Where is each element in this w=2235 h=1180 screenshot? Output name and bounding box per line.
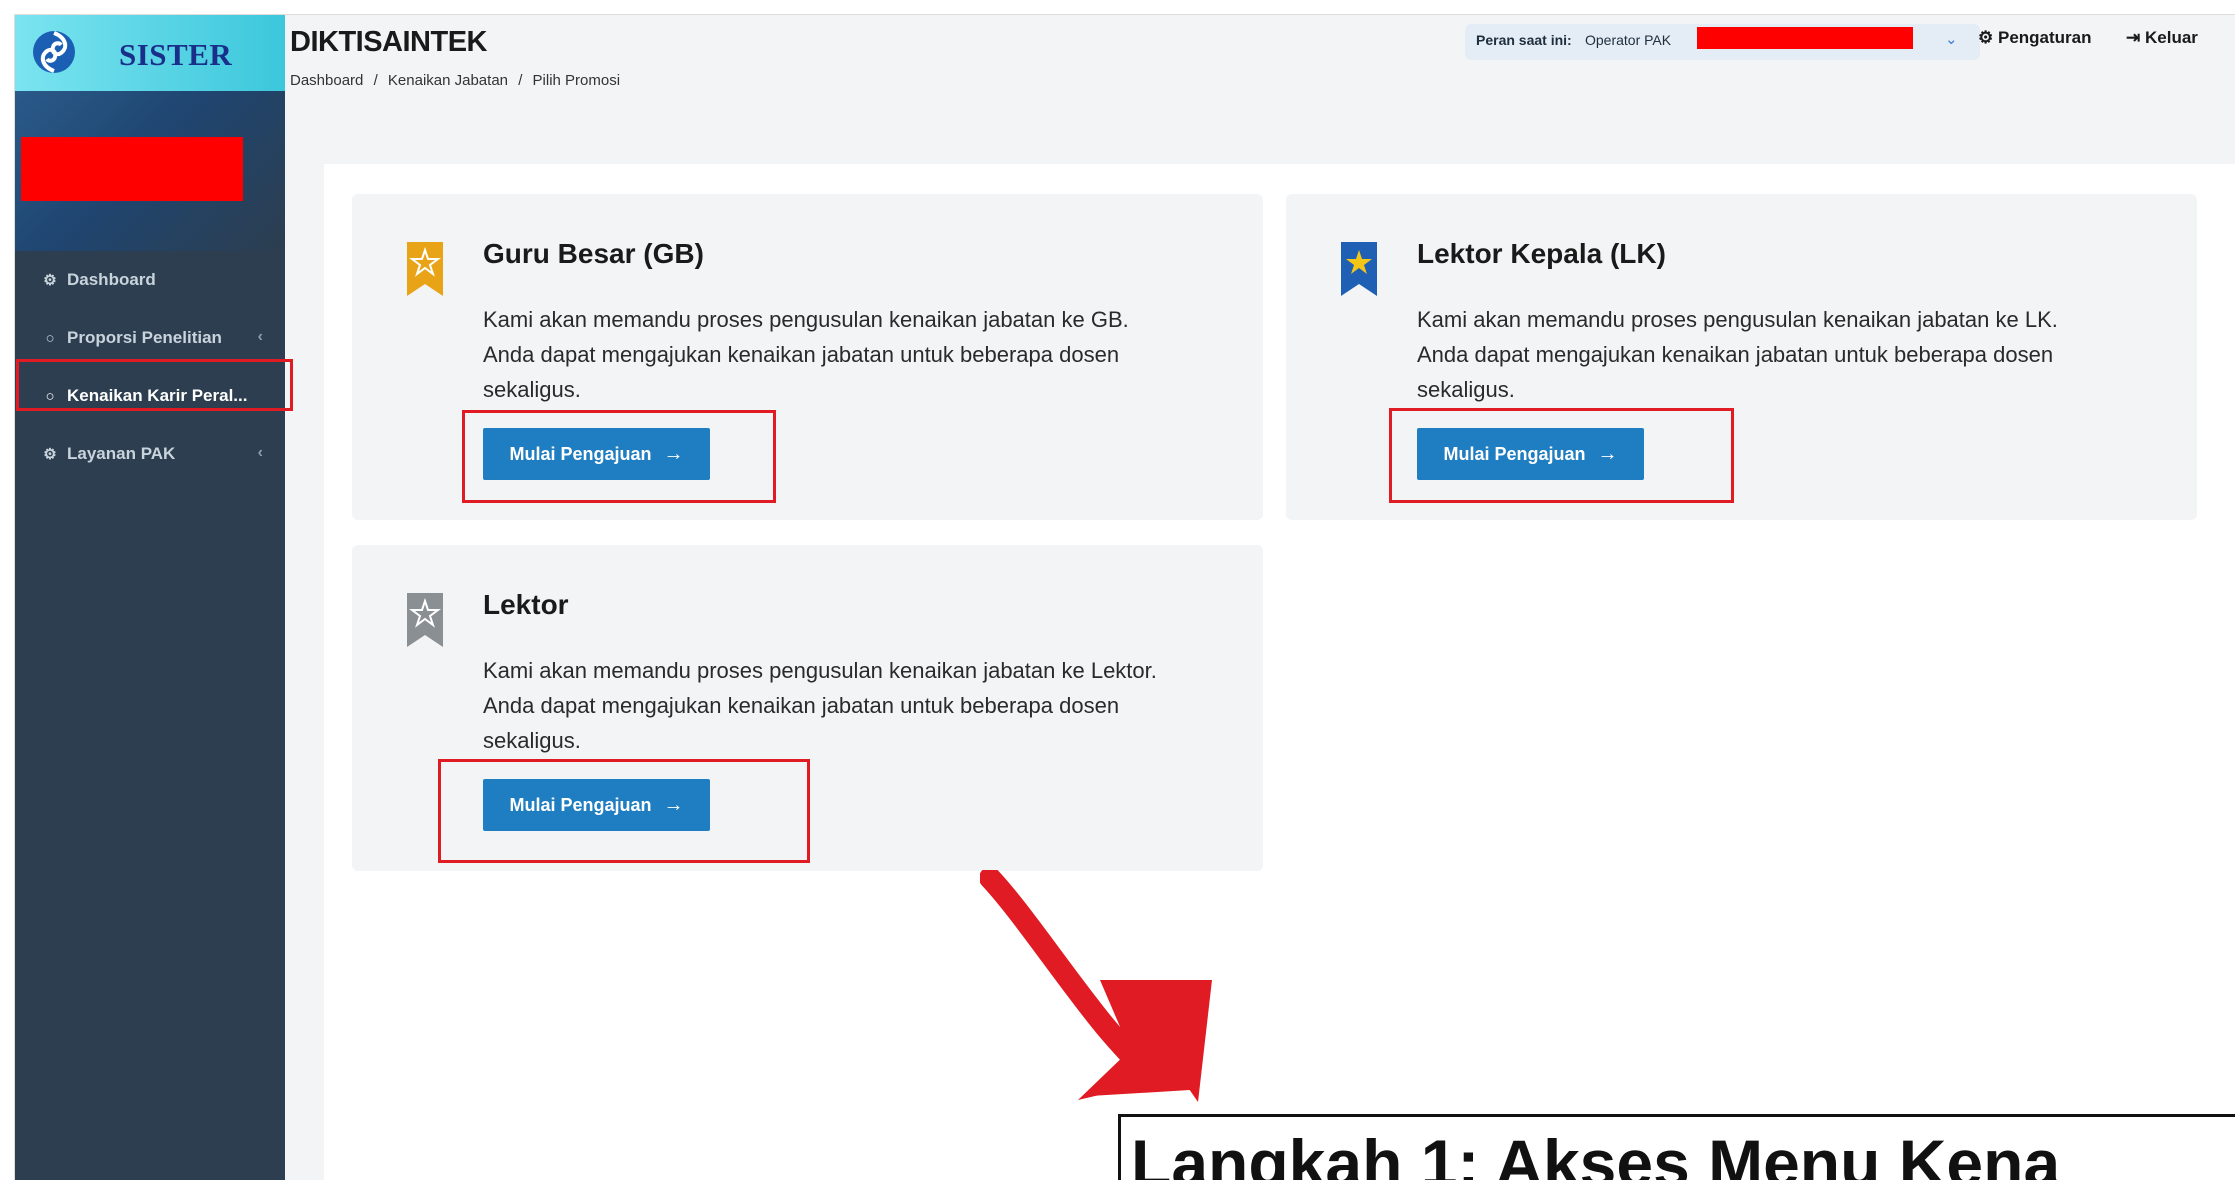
chevron-left-icon: ‹: [257, 444, 263, 461]
highlight-lektor-button: [438, 759, 810, 863]
blue-star-badge-icon: [1341, 242, 1377, 296]
redacted-role: [1697, 27, 1913, 49]
gear-icon: ⚙: [1978, 28, 1994, 47]
sidebar-item-dashboard[interactable]: ⚙ Dashboard: [15, 251, 285, 309]
card-description-line: sekaligus.: [483, 377, 581, 402]
card-description: Kami akan memandu proses pengusulan kena…: [483, 302, 1263, 407]
annotation-caption-box: Langkah 1: Akses Menu Kena: [1118, 1114, 2235, 1180]
logout-icon: ⇥: [2126, 28, 2141, 47]
breadcrumb-dashboard[interactable]: Dashboard: [290, 72, 363, 89]
app-name: SISTER: [119, 37, 233, 72]
card-description-line: Anda dapat mengajukan kenaikan jabatan u…: [483, 693, 1120, 718]
breadcrumb-separator: /: [373, 72, 378, 89]
sidebar-item-label: Layanan PAK: [67, 444, 176, 463]
sidebar-item-label: Dashboard: [67, 270, 156, 289]
settings-link[interactable]: ⚙ Pengaturan: [1978, 28, 2092, 48]
sidebar: SISTER ⚙ Dashboard ○ Proporsi Penelitian…: [15, 15, 285, 1180]
annotation-arrow-icon: [980, 870, 1212, 1102]
highlight-gb-button: [462, 410, 776, 503]
highlight-lk-button: [1389, 408, 1734, 503]
card-description-line: Kami akan memandu proses pengusulan kena…: [483, 307, 1129, 332]
breadcrumb: Dashboard / Kenaikan Jabatan / Pilih Pro…: [290, 72, 626, 89]
card-title: Guru Besar (GB): [483, 238, 704, 269]
brand-header[interactable]: SISTER: [15, 15, 285, 91]
logout-link[interactable]: ⇥ Keluar: [2126, 28, 2198, 48]
page-title: DIKTISAINTEK: [290, 26, 488, 58]
highlight-active-menu: [16, 359, 293, 411]
breadcrumb-kenaikan-jabatan[interactable]: Kenaikan Jabatan: [388, 72, 508, 89]
card-description-line: Anda dapat mengajukan kenaikan jabatan u…: [483, 342, 1120, 367]
sister-logo-icon: [33, 31, 75, 73]
card-title: Lektor Kepala (LK): [1417, 238, 1666, 269]
chevron-left-icon: ‹: [257, 328, 263, 345]
card-description-line: sekaligus.: [1417, 377, 1515, 402]
circle-icon: ○: [45, 329, 55, 347]
sidebar-item-label: Proporsi Penelitian: [67, 328, 222, 347]
card-description-line: sekaligus.: [483, 728, 581, 753]
card-description-line: Kami akan memandu proses pengusulan kena…: [483, 658, 1157, 683]
logout-label: Keluar: [2144, 28, 2198, 47]
dashboard-icon: ⚙: [43, 272, 57, 289]
role-label: Peran saat ini:: [1476, 32, 1572, 48]
gold-star-badge-icon: [407, 242, 443, 296]
sidebar-item-layanan-pak[interactable]: ⚙ Layanan PAK ‹: [15, 425, 285, 483]
services-icon: ⚙: [43, 446, 57, 463]
card-description: Kami akan memandu proses pengusulan kena…: [483, 653, 1263, 758]
chevron-down-icon[interactable]: ⌄: [1945, 30, 1958, 48]
gray-star-badge-icon: [407, 593, 443, 647]
breadcrumb-separator: /: [518, 72, 523, 89]
card-description-line: Kami akan memandu proses pengusulan kena…: [1417, 307, 2058, 332]
card-title: Lektor: [483, 589, 569, 620]
redacted-profile: [21, 137, 243, 201]
breadcrumb-pilih-promosi: Pilih Promosi: [532, 72, 621, 89]
annotation-caption: Langkah 1: Akses Menu Kena: [1131, 1126, 2061, 1180]
settings-label: Pengaturan: [1997, 28, 2092, 47]
card-description: Kami akan memandu proses pengusulan kena…: [1417, 302, 2197, 407]
card-description-line: Anda dapat mengajukan kenaikan jabatan u…: [1417, 342, 2054, 367]
role-value: Operator PAK: [1585, 32, 1672, 48]
